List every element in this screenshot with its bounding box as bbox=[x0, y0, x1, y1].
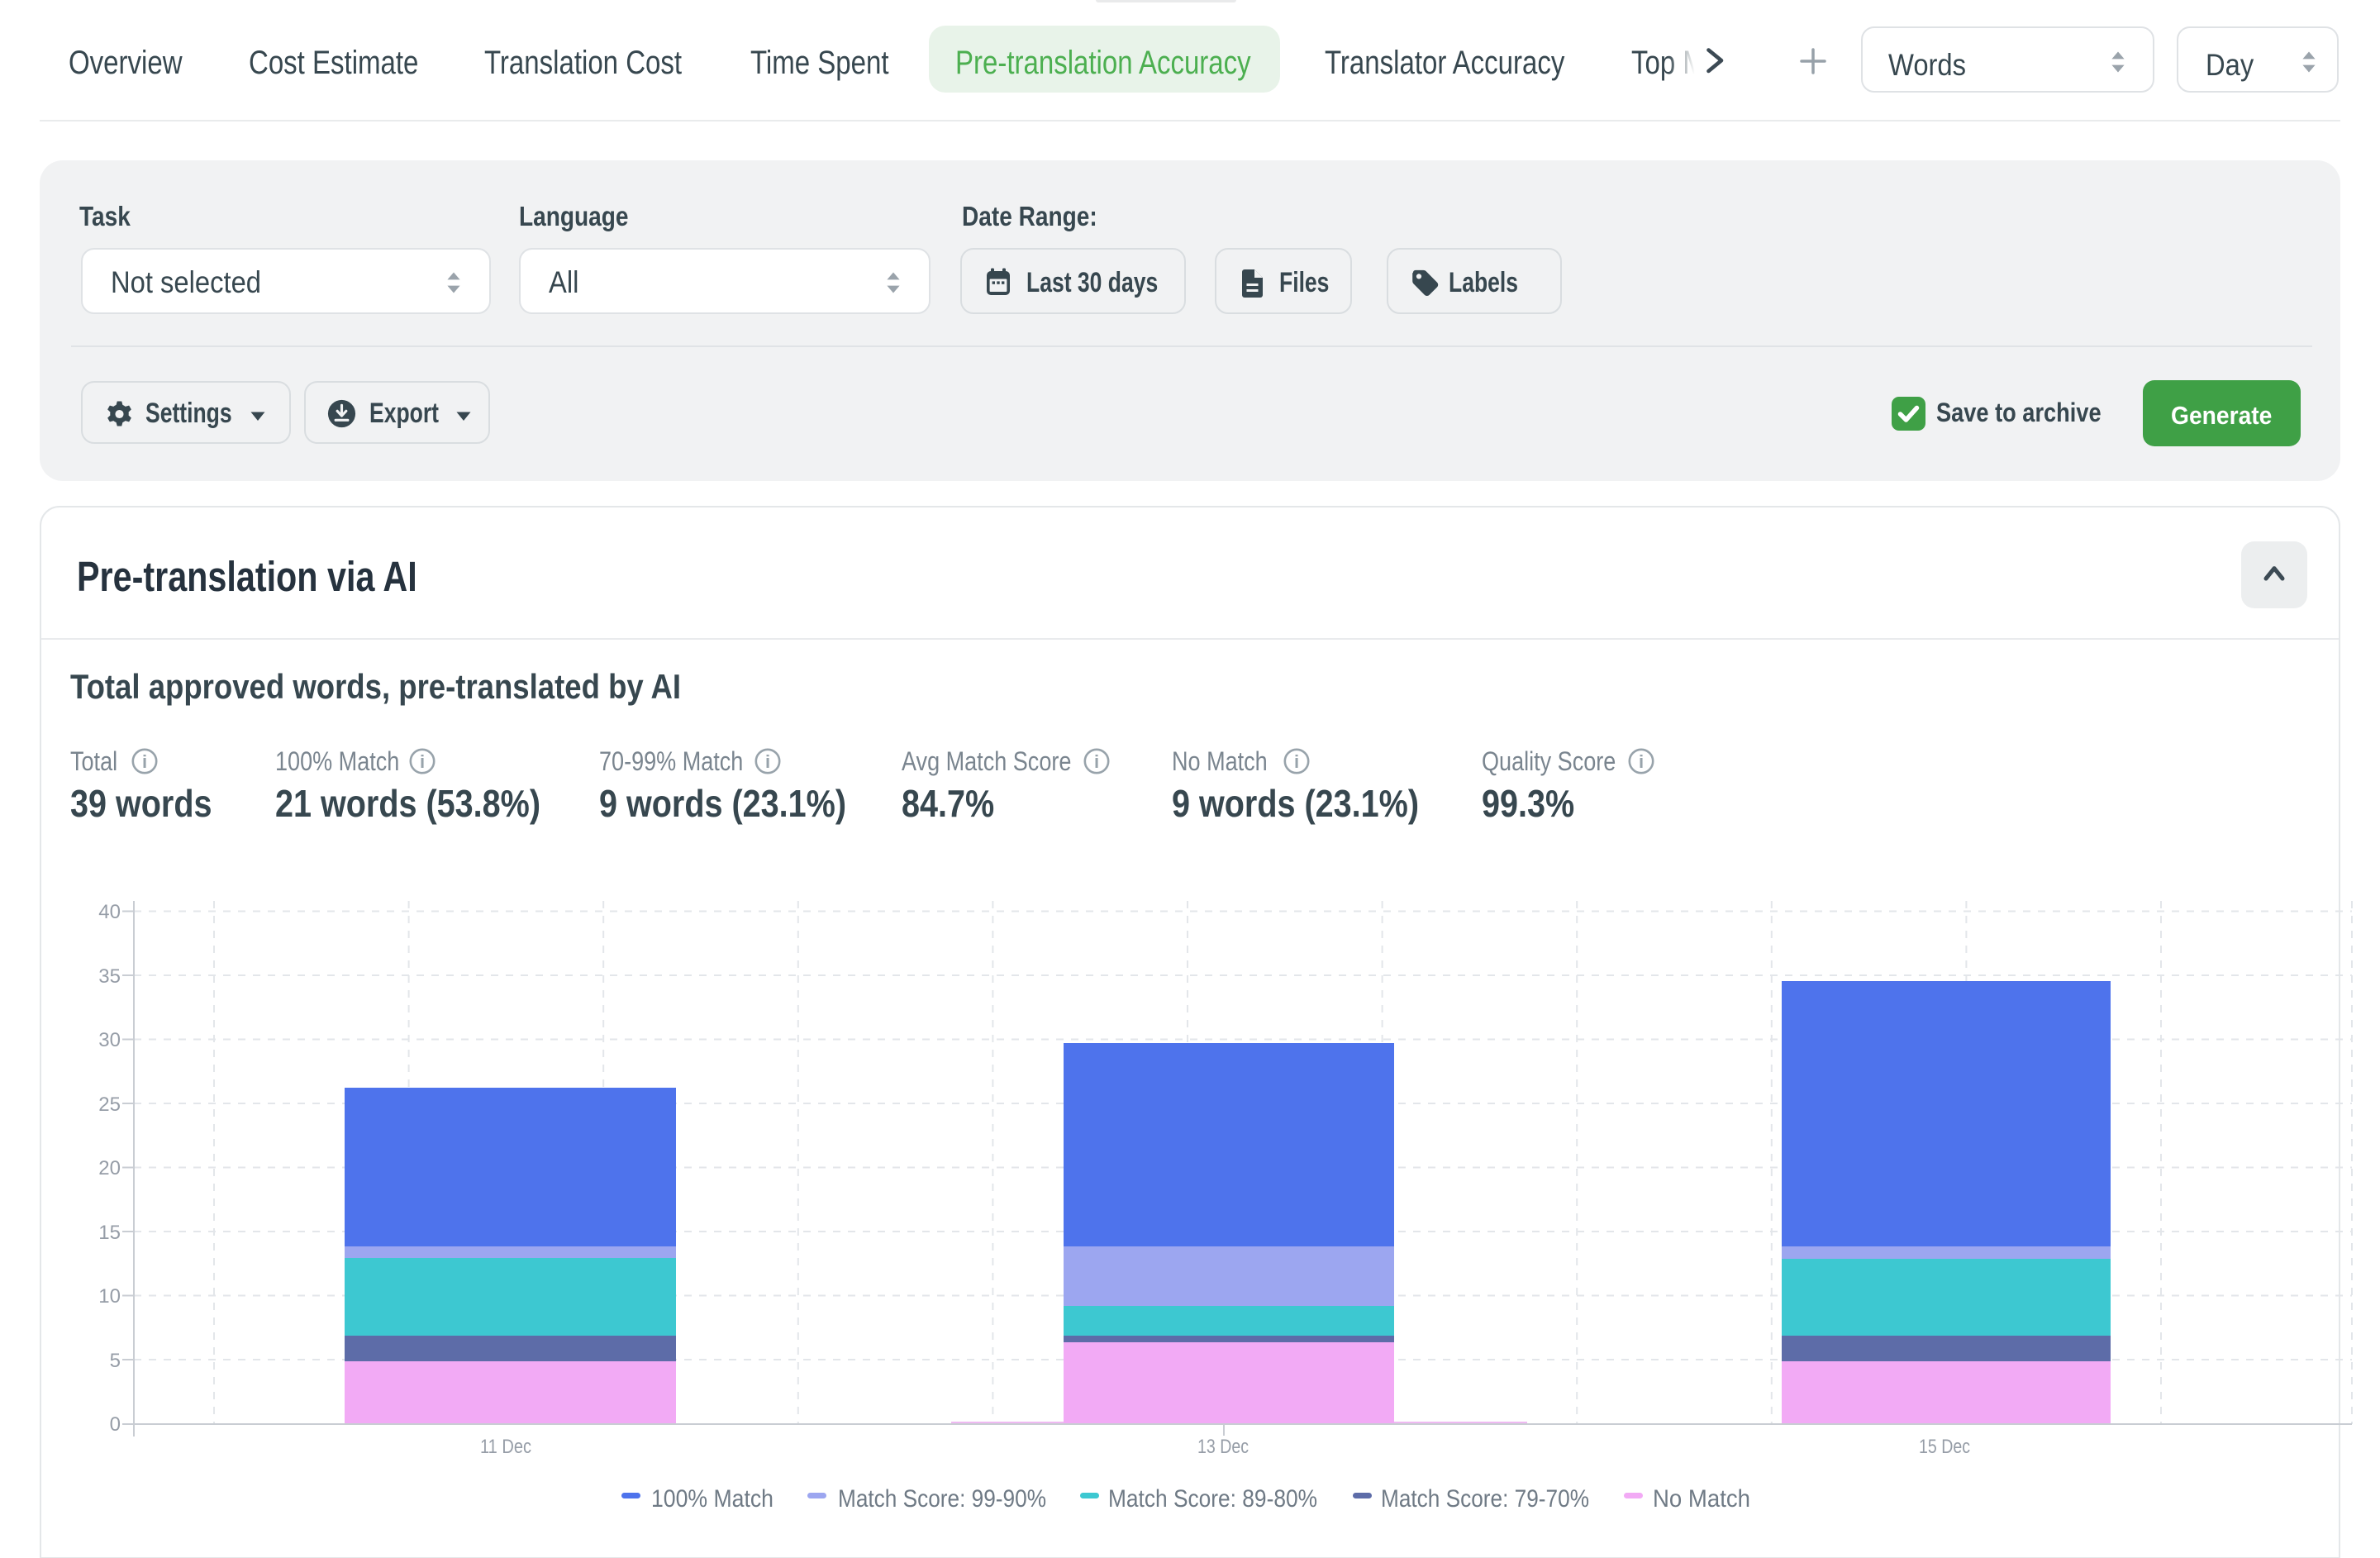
svg-text:25: 25 bbox=[98, 1093, 121, 1116]
svg-text:15 Dec: 15 Dec bbox=[1919, 1436, 1970, 1458]
svg-text:Match Score: 89-80%: Match Score: 89-80% bbox=[1108, 1485, 1317, 1513]
svg-text:40: 40 bbox=[98, 901, 121, 923]
svg-text:i: i bbox=[765, 751, 770, 772]
svg-text:11 Dec: 11 Dec bbox=[480, 1436, 531, 1458]
svg-text:30: 30 bbox=[98, 1029, 121, 1051]
svg-text:100% Match: 100% Match bbox=[651, 1485, 774, 1513]
svg-text:i: i bbox=[1094, 751, 1099, 772]
svg-text:i: i bbox=[1294, 751, 1299, 772]
svg-text:10: 10 bbox=[98, 1285, 121, 1308]
svg-text:i: i bbox=[1639, 751, 1644, 772]
svg-text:0: 0 bbox=[110, 1413, 121, 1436]
svg-text:i: i bbox=[142, 751, 147, 772]
svg-text:Match Score: 79-70%: Match Score: 79-70% bbox=[1381, 1485, 1589, 1513]
svg-text:No Match: No Match bbox=[1653, 1485, 1750, 1513]
svg-text:20: 20 bbox=[98, 1157, 121, 1179]
svg-text:Match Score: 99-90%: Match Score: 99-90% bbox=[838, 1485, 1046, 1513]
svg-text:13 Dec: 13 Dec bbox=[1197, 1436, 1249, 1458]
svg-text:5: 5 bbox=[110, 1350, 121, 1372]
svg-text:15: 15 bbox=[98, 1222, 121, 1244]
svg-text:35: 35 bbox=[98, 965, 121, 988]
svg-text:i: i bbox=[420, 751, 425, 772]
